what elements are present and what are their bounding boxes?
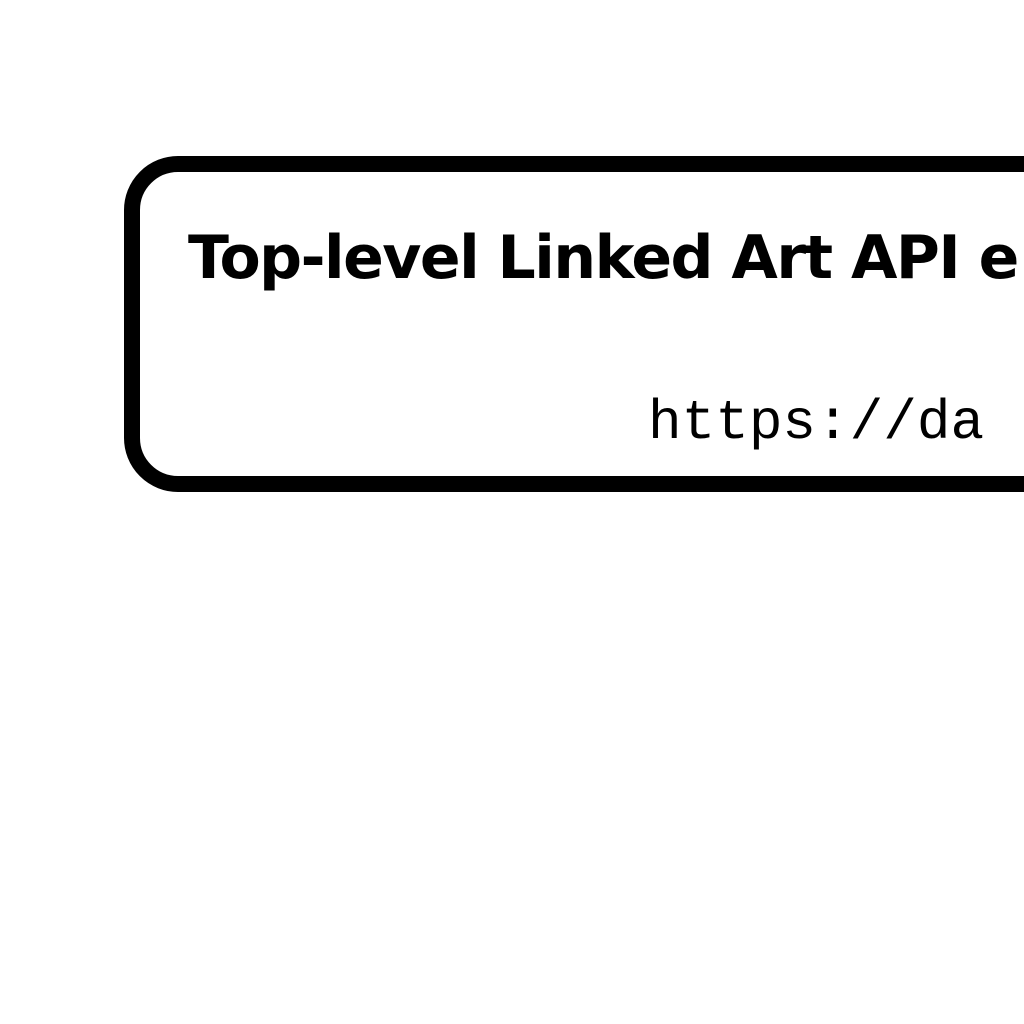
diagram-canvas: Top-level Linked Art API e https://da (0, 0, 1024, 1024)
node-url: https://da (648, 391, 985, 455)
node-title: Top-level Linked Art API e (188, 223, 1019, 293)
